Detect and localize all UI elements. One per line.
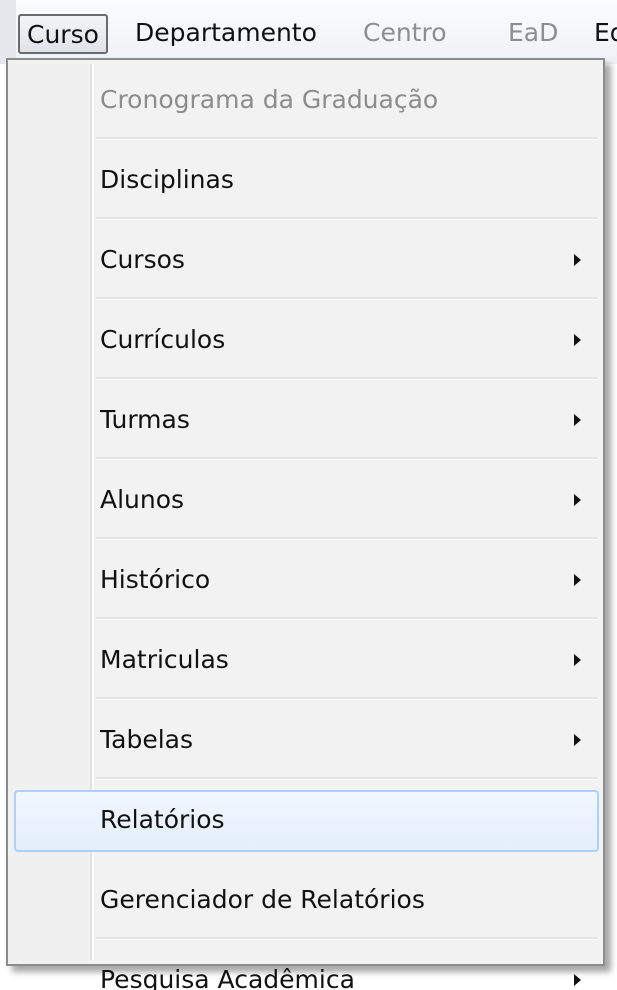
curso-dropdown-menu: Cronograma da Graduação Disciplinas Curs… xyxy=(6,58,605,990)
menu-item-matriculas[interactable]: Matriculas xyxy=(8,620,603,700)
menu-bar: Curso Departamento Centro EaD Ed xyxy=(0,0,617,64)
menu-item-label: Turmas xyxy=(100,405,190,434)
menu-item-label: Currículos xyxy=(100,325,226,354)
menu-item-label: Disciplinas xyxy=(100,165,234,194)
menu-item-label: Relatórios xyxy=(100,805,225,834)
menu-bar-item-ead[interactable]: EaD xyxy=(508,14,558,54)
menu-item-label: Cursos xyxy=(100,245,185,274)
menu-item-label: Alunos xyxy=(100,485,185,514)
menu-item-label: Gerenciador de Relatórios xyxy=(100,885,425,914)
menu-item-historico[interactable]: Histórico xyxy=(8,540,603,620)
menu-item-label: Histórico xyxy=(100,565,211,594)
chevron-right-icon xyxy=(574,734,581,746)
menu-bar-edge xyxy=(0,0,16,64)
menu-item-pesquisa-academica[interactable]: Pesquisa Acadêmica xyxy=(8,940,603,990)
menu-bar-item-ed[interactable]: Ed xyxy=(594,14,617,54)
menu-item-turmas[interactable]: Turmas xyxy=(8,380,603,460)
menu-bar-item-centro[interactable]: Centro xyxy=(363,14,447,54)
menu-item-label: Pesquisa Acadêmica xyxy=(100,965,355,990)
menu-bar-item-departamento[interactable]: Departamento xyxy=(135,14,317,54)
menu-item-cursos[interactable]: Cursos xyxy=(8,220,603,300)
menu-item-label: Cronograma da Graduação xyxy=(100,85,439,114)
menu-item-list: Cronograma da Graduação Disciplinas Curs… xyxy=(8,60,603,990)
menu-item-alunos[interactable]: Alunos xyxy=(8,460,603,540)
menu-item-gerenciador-de-relatorios[interactable]: Gerenciador de Relatórios xyxy=(8,860,603,940)
menu-bar-item-curso[interactable]: Curso xyxy=(18,14,108,54)
menu-item-curriculos[interactable]: Currículos xyxy=(8,300,603,380)
menu-item-label: Matriculas xyxy=(100,645,229,674)
chevron-right-icon xyxy=(574,254,581,266)
chevron-right-icon xyxy=(574,334,581,346)
menu-item-cronograma-da-graduacao[interactable]: Cronograma da Graduação xyxy=(8,60,603,140)
menu-item-label: Tabelas xyxy=(100,725,193,754)
application-window: Curso Departamento Centro EaD Ed Cronogr… xyxy=(0,0,617,990)
chevron-right-icon xyxy=(574,974,581,986)
chevron-right-icon xyxy=(574,414,581,426)
menu-item-tabelas[interactable]: Tabelas xyxy=(8,700,603,780)
menu-item-relatorios[interactable]: Relatórios xyxy=(8,780,603,860)
chevron-right-icon xyxy=(574,574,581,586)
chevron-right-icon xyxy=(574,654,581,666)
menu-item-disciplinas[interactable]: Disciplinas xyxy=(8,140,603,220)
chevron-right-icon xyxy=(574,494,581,506)
